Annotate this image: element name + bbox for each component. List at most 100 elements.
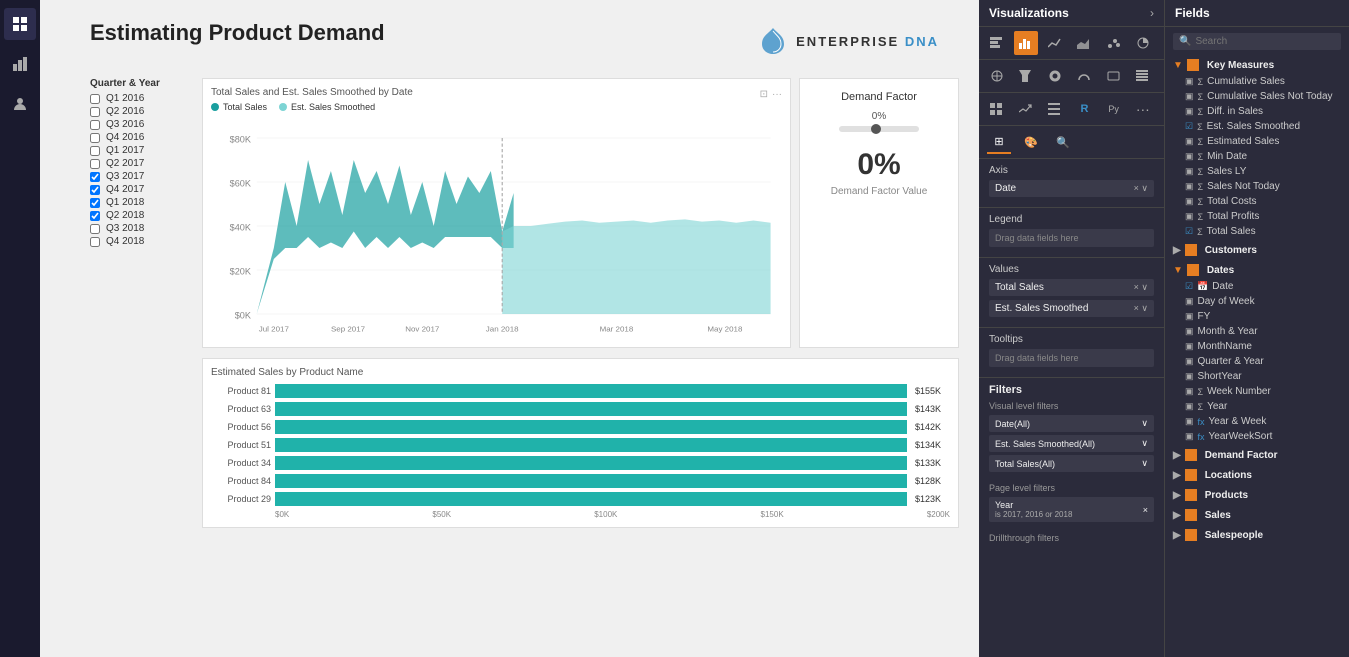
field-week-number[interactable]: ▣ Σ Week Number — [1165, 384, 1349, 399]
filter-est-sales[interactable]: Est. Sales Smoothed(All) ∨ — [989, 435, 1154, 452]
field-estimated-sales[interactable]: ▣ Σ Estimated Sales — [1165, 134, 1349, 149]
sidebar-grid-icon[interactable] — [4, 8, 36, 40]
field-total-profits[interactable]: ▣ Σ Total Profits — [1165, 209, 1349, 224]
q1-2018-checkbox[interactable] — [90, 198, 100, 208]
viz-icon-pie[interactable] — [1131, 31, 1155, 55]
viz-icon-more[interactable]: ··· — [1131, 97, 1155, 121]
field-fy[interactable]: ▣ FY — [1165, 309, 1349, 324]
sidebar-people-icon[interactable] — [4, 88, 36, 120]
q4-2018-checkbox[interactable] — [90, 237, 100, 247]
field-group-salespeople-header[interactable]: ▶ Salespeople — [1165, 526, 1349, 544]
bar-chart[interactable]: Estimated Sales by Product Name Product … — [202, 358, 959, 528]
viz-icon-stacked-bar[interactable] — [985, 31, 1009, 55]
field-year[interactable]: ▣ Σ Year — [1165, 399, 1349, 414]
viz-tab-analytics[interactable]: 🔍 — [1051, 130, 1075, 154]
field-group-customers-header[interactable]: ▶ Customers — [1165, 241, 1349, 259]
field-sales-ly[interactable]: ▣ Σ Sales LY — [1165, 164, 1349, 179]
field-group-products-header[interactable]: ▶ Products — [1165, 486, 1349, 504]
search-box[interactable]: 🔍 — [1173, 33, 1341, 50]
viz-icon-gauge[interactable] — [1072, 64, 1096, 88]
field-group-key-measures-header[interactable]: ▼ Key Measures — [1165, 56, 1349, 74]
q2-2017-checkbox[interactable] — [90, 159, 100, 169]
quarter-q4-2018[interactable]: Q4 2018 — [90, 236, 190, 247]
viz-icon-line-chart[interactable] — [1043, 31, 1067, 55]
axis-remove[interactable]: × ∨ — [1134, 183, 1148, 194]
q1-2016-checkbox[interactable] — [90, 94, 100, 104]
filter-total-expand[interactable]: ∨ — [1141, 458, 1148, 469]
values-est-sales-remove[interactable]: × ∨ — [1134, 303, 1148, 314]
q4-2017-checkbox[interactable] — [90, 185, 100, 195]
field-min-date[interactable]: ▣ Σ Min Date — [1165, 149, 1349, 164]
field-group-sales-header[interactable]: ▶ Sales — [1165, 506, 1349, 524]
q3-2017-checkbox[interactable] — [90, 172, 100, 182]
filter-year-remove[interactable]: × — [1143, 505, 1148, 515]
field-total-costs[interactable]: ▣ Σ Total Costs — [1165, 194, 1349, 209]
field-monthname[interactable]: ▣ MonthName — [1165, 339, 1349, 354]
viz-tab-fields[interactable]: ⊞ — [987, 130, 1011, 154]
filter-year[interactable]: Year is 2017, 2016 or 2018 × — [989, 497, 1154, 522]
viz-icon-r[interactable]: R — [1072, 97, 1096, 121]
quarter-q2-2016[interactable]: Q2 2016 — [90, 106, 190, 117]
line-chart[interactable]: Total Sales and Est. Sales Smoothed by D… — [202, 78, 791, 348]
quarter-q4-2016[interactable]: Q4 2016 — [90, 132, 190, 143]
field-year-week[interactable]: ▣ fx Year & Week — [1165, 414, 1349, 429]
viz-icon-map[interactable] — [985, 64, 1009, 88]
quarter-q1-2016[interactable]: Q1 2016 — [90, 93, 190, 104]
q2-2018-checkbox[interactable] — [90, 211, 100, 221]
q4-2016-checkbox[interactable] — [90, 133, 100, 143]
viz-icon-table[interactable] — [1131, 64, 1155, 88]
filter-total-sales[interactable]: Total Sales(All) ∨ — [989, 455, 1154, 472]
values-total-sales-remove[interactable]: × ∨ — [1134, 282, 1148, 293]
field-sales-not-today[interactable]: ▣ Σ Sales Not Today — [1165, 179, 1349, 194]
q2-2016-checkbox[interactable] — [90, 107, 100, 117]
field-group-dates-header[interactable]: ▼ Dates — [1165, 261, 1349, 279]
field-diff-in-sales[interactable]: ▣ Σ Diff. in Sales — [1165, 104, 1349, 119]
filter-date[interactable]: Date(All) ∨ — [989, 415, 1154, 432]
axis-value-row[interactable]: Date × ∨ — [989, 180, 1154, 197]
viz-icon-donut[interactable] — [1043, 64, 1067, 88]
field-total-sales[interactable]: ☑ Σ Total Sales — [1165, 224, 1349, 239]
field-yearweeksort[interactable]: ▣ fx YearWeekSort — [1165, 429, 1349, 444]
field-group-locations-header[interactable]: ▶ Locations — [1165, 466, 1349, 484]
search-input[interactable] — [1195, 36, 1335, 47]
expand-icon[interactable]: ⊡ — [760, 89, 768, 100]
viz-icon-python[interactable]: Py — [1102, 97, 1126, 121]
field-day-of-week[interactable]: ▣ Day of Week — [1165, 294, 1349, 309]
quarter-q1-2018[interactable]: Q1 2018 — [90, 197, 190, 208]
quarter-q3-2017[interactable]: Q3 2017 — [90, 171, 190, 182]
filter-date-expand[interactable]: ∨ — [1141, 418, 1148, 429]
viz-icon-kpi[interactable] — [1014, 97, 1038, 121]
values-total-sales-row[interactable]: Total Sales × ∨ — [989, 279, 1154, 296]
field-quarter-year[interactable]: ▣ Quarter & Year — [1165, 354, 1349, 369]
quarter-q2-2017[interactable]: Q2 2017 — [90, 158, 190, 169]
viz-icon-card[interactable] — [1102, 64, 1126, 88]
quarter-q3-2016[interactable]: Q3 2016 — [90, 119, 190, 130]
viz-icon-area-chart[interactable] — [1072, 31, 1096, 55]
field-month-year[interactable]: ▣ Month & Year — [1165, 324, 1349, 339]
field-group-demand-factor-header[interactable]: ▶ Demand Factor — [1165, 446, 1349, 464]
viz-icon-scatter[interactable] — [1102, 31, 1126, 55]
more-icon[interactable]: ··· — [772, 89, 782, 100]
q1-2017-checkbox[interactable] — [90, 146, 100, 156]
field-cumulative-sales[interactable]: ▣ Σ Cumulative Sales — [1165, 74, 1349, 89]
viz-tab-format[interactable]: 🎨 — [1019, 130, 1043, 154]
q3-2016-checkbox[interactable] — [90, 120, 100, 130]
quarter-q3-2018[interactable]: Q3 2018 — [90, 223, 190, 234]
field-date[interactable]: ☑ 📅 Date — [1165, 279, 1349, 294]
field-est-sales-smoothed[interactable]: ☑ Σ Est. Sales Smoothed — [1165, 119, 1349, 134]
filter-est-expand[interactable]: ∨ — [1141, 438, 1148, 449]
demand-slider[interactable] — [839, 126, 919, 132]
values-est-sales-row[interactable]: Est. Sales Smoothed × ∨ — [989, 300, 1154, 317]
viz-icon-slicer[interactable] — [1043, 97, 1067, 121]
viz-icon-funnel[interactable] — [1014, 64, 1038, 88]
quarter-q2-2018[interactable]: Q2 2018 — [90, 210, 190, 221]
q3-2018-checkbox[interactable] — [90, 224, 100, 234]
field-cumulative-sales-not-today[interactable]: ▣ Σ Cumulative Sales Not Today — [1165, 89, 1349, 104]
demand-slider-handle[interactable] — [871, 124, 881, 134]
viz-icon-matrix[interactable] — [985, 97, 1009, 121]
field-shortyear[interactable]: ▣ ShortYear — [1165, 369, 1349, 384]
quarter-q4-2017[interactable]: Q4 2017 — [90, 184, 190, 195]
viz-panel-expand[interactable]: › — [1150, 6, 1154, 20]
sidebar-chart-icon[interactable] — [4, 48, 36, 80]
quarter-q1-2017[interactable]: Q1 2017 — [90, 145, 190, 156]
